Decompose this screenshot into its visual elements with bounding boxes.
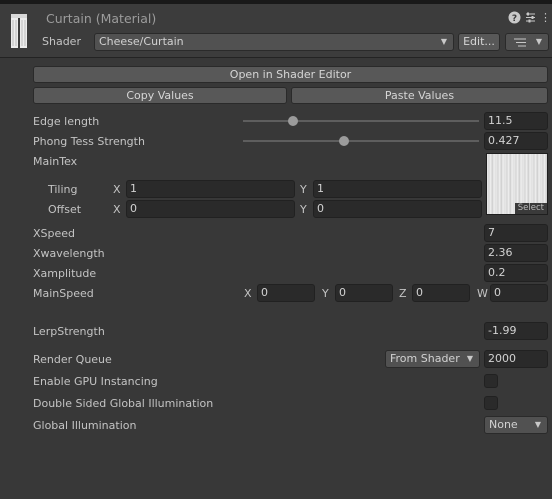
render-queue-mode-dropdown[interactable]: From Shader ▼ <box>385 350 480 368</box>
help-icon[interactable]: ? <box>508 11 521 24</box>
lerp-strength-label: LerpStrength <box>33 325 105 338</box>
render-queue-field[interactable]: 2000 <box>484 350 548 368</box>
maintex-label: MainTex <box>33 155 78 168</box>
global-illumination-value: None <box>489 418 518 431</box>
shader-label: Shader <box>42 35 81 48</box>
chevron-down-icon: ▼ <box>534 420 541 429</box>
mainspeed-x-field[interactable]: 0 <box>257 284 315 302</box>
double-sided-gi-label: Double Sided Global Illumination <box>33 397 214 410</box>
maintex-texture-slot[interactable]: Select <box>486 153 548 215</box>
phong-slider-thumb[interactable] <box>339 136 350 146</box>
tiling-x-field[interactable]: 1 <box>126 180 295 198</box>
xamplitude-label: Xamplitude <box>33 267 97 280</box>
chevron-down-icon: ▼ <box>440 37 447 46</box>
phong-tess-strength-field[interactable]: 0.427 <box>484 132 548 150</box>
render-queue-label: Render Queue <box>33 353 112 366</box>
copy-values-button[interactable]: Copy Values <box>33 87 287 104</box>
mainspeed-y-field[interactable]: 0 <box>335 284 393 302</box>
xamplitude-field[interactable]: 0.2 <box>484 264 548 282</box>
global-illumination-dropdown[interactable]: None ▼ <box>484 416 548 434</box>
mainspeed-y-label: Y <box>322 287 329 300</box>
shader-options-dropdown[interactable]: ▼ <box>505 33 549 51</box>
global-illumination-label: Global Illumination <box>33 419 137 432</box>
list-icon <box>514 38 526 47</box>
phong-tess-strength-label: Phong Tess Strength <box>33 135 145 148</box>
xwavelength-field[interactable]: 2.36 <box>484 244 548 262</box>
offset-y-label: Y <box>300 203 307 216</box>
edge-length-field[interactable]: 11.5 <box>484 112 548 130</box>
edit-shader-button[interactable]: Edit... <box>458 33 500 51</box>
open-shader-editor-button[interactable]: Open in Shader Editor <box>33 66 548 83</box>
offset-x-field[interactable]: 0 <box>126 200 295 218</box>
material-curtain-icon <box>11 14 27 48</box>
gpu-instancing-checkbox[interactable] <box>484 374 498 388</box>
material-header: Curtain (Material) ? ⋮ Shader Cheese/Cur… <box>0 4 552 58</box>
edge-length-slider-thumb[interactable] <box>287 116 298 126</box>
material-title: Curtain (Material) <box>46 11 157 26</box>
offset-x-label: X <box>113 203 121 216</box>
phong-slider-track[interactable] <box>243 140 479 142</box>
shader-dropdown[interactable]: Cheese/Curtain ▼ <box>94 33 454 51</box>
mainspeed-w-label: W <box>477 287 488 300</box>
xspeed-label: XSpeed <box>33 227 76 240</box>
paste-values-button[interactable]: Paste Values <box>291 87 548 104</box>
double-sided-gi-checkbox[interactable] <box>484 396 498 410</box>
shader-value: Cheese/Curtain <box>99 35 184 48</box>
chevron-down-icon: ▼ <box>466 354 473 363</box>
mainspeed-w-field[interactable]: 0 <box>490 284 548 302</box>
mainspeed-label: MainSpeed <box>33 287 94 300</box>
gpu-instancing-label: Enable GPU Instancing <box>33 375 158 388</box>
tiling-y-field[interactable]: 1 <box>313 180 482 198</box>
mainspeed-x-label: X <box>244 287 252 300</box>
tiling-x-label: X <box>113 183 121 196</box>
edge-length-slider-track[interactable] <box>243 120 479 122</box>
edge-length-label: Edge length <box>33 115 100 128</box>
chevron-down-icon: ▼ <box>535 37 542 46</box>
texture-select-button[interactable]: Select <box>514 203 547 214</box>
render-queue-mode-value: From Shader <box>390 352 460 365</box>
lerp-strength-field[interactable]: -1.99 <box>484 322 548 340</box>
preset-sliders-icon[interactable] <box>524 11 537 24</box>
tiling-label: Tiling <box>48 183 78 196</box>
mainspeed-z-label: Z <box>399 287 407 300</box>
offset-label: Offset <box>48 203 82 216</box>
svg-text:?: ? <box>512 14 517 24</box>
xwavelength-label: Xwavelength <box>33 247 105 260</box>
mainspeed-z-field[interactable]: 0 <box>412 284 470 302</box>
offset-y-field[interactable]: 0 <box>313 200 482 218</box>
more-options-icon[interactable]: ⋮ <box>540 11 551 24</box>
xspeed-field[interactable]: 7 <box>484 224 548 242</box>
tiling-y-label: Y <box>300 183 307 196</box>
